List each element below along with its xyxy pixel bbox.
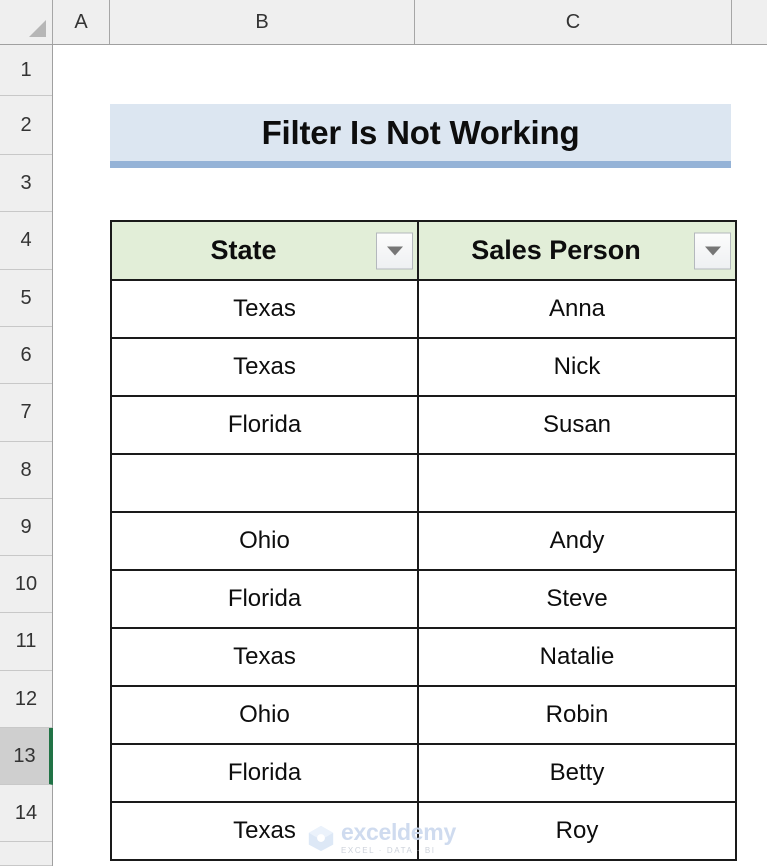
- cell-state[interactable]: Texas: [110, 337, 419, 397]
- row-header-9[interactable]: 9: [0, 499, 52, 556]
- table-row: Florida Steve: [110, 569, 737, 629]
- cell-state[interactable]: Texas: [110, 279, 419, 339]
- row-header-8[interactable]: 8: [0, 442, 52, 499]
- column-header-sales-person: Sales Person: [417, 220, 737, 281]
- column-header-state: State: [110, 220, 419, 281]
- row-header-1[interactable]: 1: [0, 45, 52, 96]
- cell-sales-person[interactable]: Natalie: [417, 627, 737, 687]
- row-header-5[interactable]: 5: [0, 270, 52, 327]
- cell-sales-person[interactable]: Susan: [417, 395, 737, 455]
- filter-dropdown-sales-person-button[interactable]: [694, 232, 731, 269]
- cell-state[interactable]: Texas: [110, 801, 419, 861]
- column-header-b[interactable]: B: [110, 0, 415, 44]
- filter-dropdown-icon: [704, 246, 721, 255]
- row-header-strip: 1 2 3 4 5 6 7 8 9 10 11 12 13 14: [0, 45, 53, 866]
- cell-sales-person[interactable]: [417, 453, 737, 513]
- cell-sales-person[interactable]: Nick: [417, 337, 737, 397]
- table-row: Florida Betty: [110, 743, 737, 803]
- column-header-c[interactable]: C: [415, 0, 732, 44]
- cell-state[interactable]: Florida: [110, 743, 419, 803]
- cell-state[interactable]: Florida: [110, 569, 419, 629]
- row-header-3[interactable]: 3: [0, 155, 52, 212]
- select-all-button[interactable]: [0, 0, 53, 44]
- table-header-row: State Sales Person: [110, 220, 737, 281]
- cell-sales-person[interactable]: Andy: [417, 511, 737, 571]
- cell-state[interactable]: Ohio: [110, 511, 419, 571]
- column-header-strip: ABC: [0, 0, 767, 45]
- row-header-7[interactable]: 7: [0, 384, 52, 442]
- cell-sales-person[interactable]: Anna: [417, 279, 737, 339]
- cell-sales-person[interactable]: Roy: [417, 801, 737, 861]
- sheet-title-banner: Filter Is Not Working: [110, 104, 731, 168]
- table-row: Texas Roy: [110, 801, 737, 861]
- column-header-sales-person-label: Sales Person: [471, 235, 641, 265]
- row-header-spacer: [0, 842, 52, 866]
- table-row: Florida Susan: [110, 395, 737, 455]
- filter-dropdown-state-button[interactable]: [376, 232, 413, 269]
- row-header-13[interactable]: 13: [0, 728, 53, 785]
- row-header-6[interactable]: 6: [0, 327, 52, 384]
- column-header-a[interactable]: A: [53, 0, 110, 44]
- table-row: Ohio Robin: [110, 685, 737, 745]
- table-row: Texas Nick: [110, 337, 737, 397]
- row-header-10[interactable]: 10: [0, 556, 52, 613]
- filter-dropdown-icon: [386, 246, 403, 255]
- cell-sales-person[interactable]: Betty: [417, 743, 737, 803]
- cell-sales-person[interactable]: Steve: [417, 569, 737, 629]
- cell-state[interactable]: [110, 453, 419, 513]
- select-all-triangle-icon: [29, 20, 46, 37]
- row-header-4[interactable]: 4: [0, 212, 52, 270]
- row-header-2[interactable]: 2: [0, 96, 52, 155]
- table-row: Texas Natalie: [110, 627, 737, 687]
- row-header-12[interactable]: 12: [0, 671, 52, 728]
- row-header-11[interactable]: 11: [0, 613, 52, 671]
- page-title: Filter Is Not Working: [261, 113, 580, 151]
- cell-state[interactable]: Ohio: [110, 685, 419, 745]
- cell-state[interactable]: Texas: [110, 627, 419, 687]
- column-header-state-label: State: [210, 235, 277, 265]
- row-header-14[interactable]: 14: [0, 785, 52, 842]
- cell-sales-person[interactable]: Robin: [417, 685, 737, 745]
- excel-worksheet: ABC 1 2 3 4 5 6 7 8 9 10 11 12 13 14 Filter Is Not Wo…: [0, 0, 767, 866]
- table-row: Ohio Andy: [110, 511, 737, 571]
- data-table: State Sales Person Texas Anna Texas Nick Flo…: [110, 220, 737, 861]
- table-row: [110, 453, 737, 513]
- cell-state[interactable]: Florida: [110, 395, 419, 455]
- table-row: Texas Anna: [110, 279, 737, 339]
